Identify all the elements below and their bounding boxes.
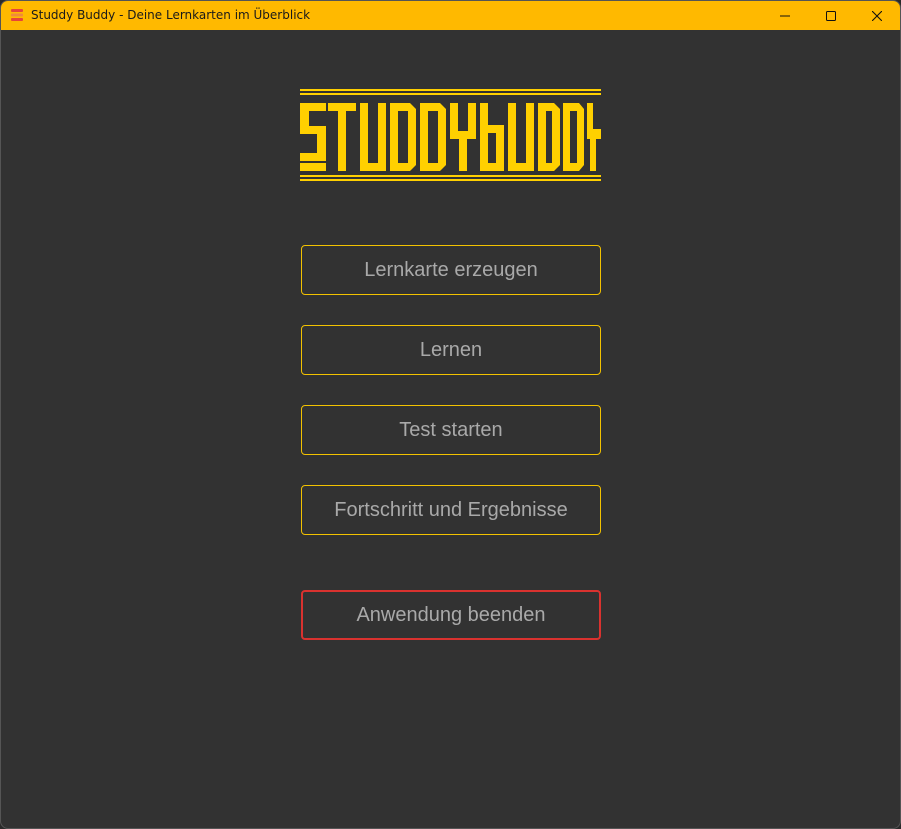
app-stack-icon — [11, 9, 23, 21]
title-bar[interactable]: Studdy Buddy - Deine Lernkarten im Überb… — [1, 1, 900, 30]
close-button[interactable] — [854, 1, 900, 30]
learn-button[interactable]: Lernen — [301, 325, 601, 375]
exit-application-button[interactable]: Anwendung beenden — [301, 590, 601, 640]
studdybuddy-logo — [300, 89, 601, 181]
minimize-icon — [780, 15, 790, 16]
maximize-button[interactable] — [808, 1, 854, 30]
maximize-icon — [826, 10, 836, 21]
window-title: Studdy Buddy - Deine Lernkarten im Überb… — [31, 8, 311, 22]
app-window: Studdy Buddy - Deine Lernkarten im Überb… — [0, 0, 901, 829]
progress-results-button[interactable]: Fortschritt und Ergebnisse — [301, 485, 601, 535]
start-test-button[interactable]: Test starten — [301, 405, 601, 455]
minimize-button[interactable] — [762, 1, 808, 30]
close-icon — [872, 10, 882, 21]
create-card-button[interactable]: Lernkarte erzeugen — [301, 245, 601, 295]
